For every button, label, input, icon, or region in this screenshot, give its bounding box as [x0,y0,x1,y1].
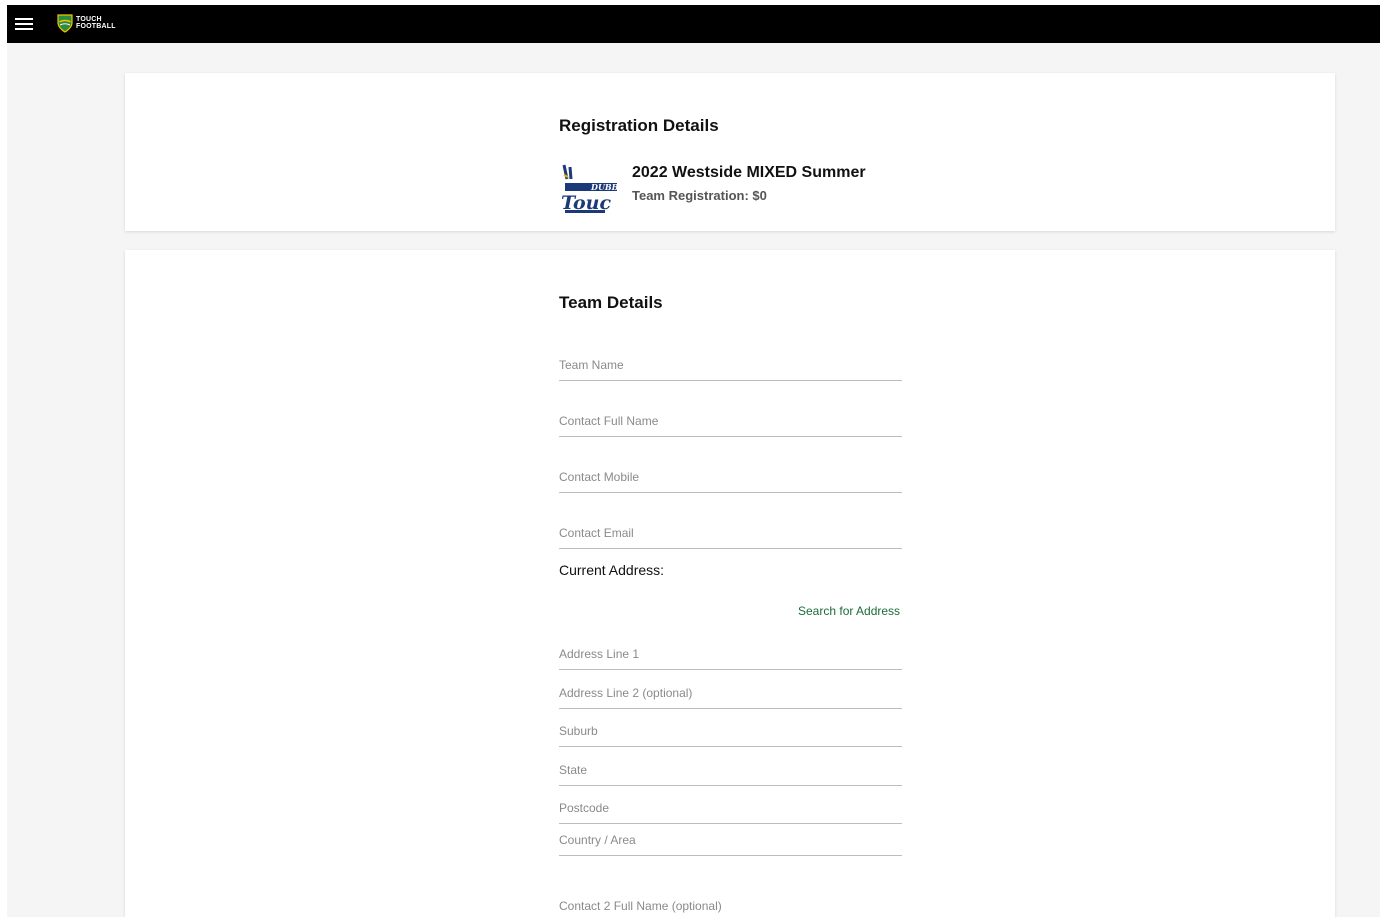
contact-2-full-name-field [559,897,902,917]
team-registration-price: Team Registration: $0 [632,188,767,203]
contact-email-input[interactable] [559,524,902,548]
logo-line-2: FOOTBALL [76,23,116,30]
registration-details-card: Registration Details DUBB Touc 2022 West… [125,73,1335,231]
shield-icon [57,13,73,33]
team-details-card: Team Details Current Address: Search for… [125,250,1335,917]
address-line-1-input[interactable] [559,645,902,669]
menu-icon[interactable] [13,13,35,35]
address-line-2-field [559,684,902,709]
contact-full-name-input[interactable] [559,412,902,436]
contact-mobile-input[interactable] [559,468,902,492]
svg-text:DUBB: DUBB [590,182,617,192]
team-name-field [559,356,902,381]
contact-mobile-field [559,468,902,493]
current-address-label: Current Address: [559,562,665,578]
search-for-address-link[interactable]: Search for Address [798,604,900,618]
address-line-1-field [559,645,902,670]
state-field [559,761,902,786]
app-frame: TOUCH FOOTBALL Registration Details DUBB… [7,5,1380,917]
contact-2-full-name-input[interactable] [559,897,902,917]
logo-line-1: TOUCH [76,16,102,23]
event-logo: DUBB Touc [559,161,619,215]
team-details-title: Team Details [559,293,663,312]
event-name: 2022 Westside MIXED Summer [632,164,866,181]
postcode-field [559,799,902,824]
postcode-input[interactable] [559,799,902,823]
top-navigation-bar: TOUCH FOOTBALL [7,5,1380,43]
suburb-field [559,722,902,747]
contact-email-field [559,524,902,549]
logo-text: TOUCH FOOTBALL [76,16,116,30]
country-area-input[interactable] [559,831,902,855]
country-area-field [559,831,902,856]
contact-full-name-field [559,412,902,437]
touch-football-logo[interactable]: TOUCH FOOTBALL [57,13,116,33]
dubbo-touch-logo-icon: DUBB Touc [559,161,619,215]
address-line-2-input[interactable] [559,684,902,708]
team-name-input[interactable] [559,356,902,380]
state-input[interactable] [559,761,902,785]
registration-details-title: Registration Details [559,116,719,135]
suburb-input[interactable] [559,722,902,746]
